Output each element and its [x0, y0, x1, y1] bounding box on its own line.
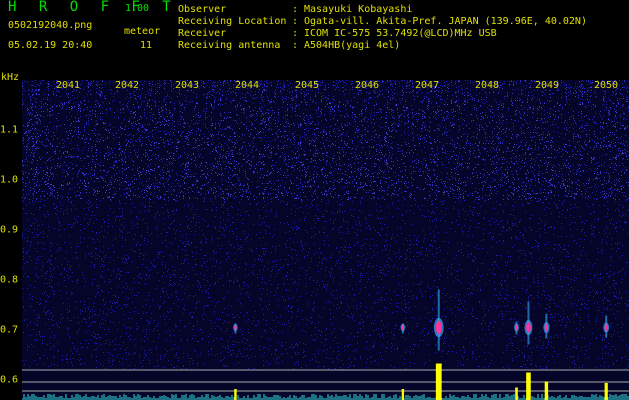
time-tick: 2044: [234, 80, 260, 91]
meteor-echo: [604, 324, 608, 331]
time-tick: 2043: [174, 80, 200, 91]
time-tick: 2047: [414, 80, 440, 91]
info-key: Observer: [178, 4, 227, 15]
app-title: H R O F F T: [8, 0, 178, 15]
info-value: Ogata-vill. Akita-Pref. JAPAN (139.96E, …: [304, 16, 587, 27]
meteor-echo: [526, 322, 531, 333]
info-separator: :: [292, 16, 299, 27]
freq-unit-label: kHz: [1, 72, 20, 83]
meteor-bar: [544, 381, 549, 400]
meteor-bar: [604, 383, 608, 400]
meteor-count: 11: [140, 40, 153, 51]
spectrogram: [22, 80, 629, 400]
info-value: ICOM IC-575 53.7492(@LCD)MHz USB: [304, 28, 497, 39]
info-separator: :: [292, 40, 299, 51]
meteor-bar: [435, 363, 442, 400]
info-separator: :: [292, 28, 299, 39]
freq-tick: 1.0: [0, 174, 19, 186]
meteor-label: meteor: [124, 26, 161, 37]
time-tick: 2050: [593, 80, 619, 91]
freq-tick: 0.7: [0, 324, 19, 336]
meteor-echo: [435, 320, 442, 335]
time-tick: 2045: [294, 80, 320, 91]
hroft-screen: H R O F F T 1.00 0502192040.png 05.02.19…: [0, 0, 629, 400]
file-name: 0502192040.png: [8, 20, 93, 31]
time-tick: 2042: [114, 80, 140, 91]
capture-datetime: 05.02.19 20:40: [8, 40, 93, 51]
freq-tick: 0.8: [0, 274, 19, 286]
time-tick: 2041: [55, 80, 81, 91]
info-value: Masayuki Kobayashi: [304, 4, 413, 15]
info-key: Receiving antenna: [178, 40, 281, 51]
app-version: 1.00: [125, 3, 150, 14]
freq-tick: 0.6: [0, 374, 19, 386]
meteor-bar: [234, 389, 237, 400]
info-separator: :: [292, 4, 299, 15]
freq-tick: 1.1: [0, 124, 19, 136]
time-tick: 2049: [534, 80, 560, 91]
info-key: Receiving Location: [178, 16, 287, 27]
info-key: Receiver: [178, 28, 227, 39]
meteor-echo: [401, 325, 405, 330]
spectrogram-canvas: [22, 80, 629, 400]
meteor-bar: [515, 387, 518, 400]
time-tick: 2046: [354, 80, 380, 91]
meteor-bar: [401, 389, 405, 400]
meteor-bar: [526, 372, 531, 400]
meteor-echo: [234, 325, 237, 330]
meteor-echo: [544, 323, 549, 332]
info-value: A504HB(yagi 4el): [304, 40, 401, 51]
meteor-echo: [515, 324, 518, 331]
time-tick: 2048: [474, 80, 500, 91]
freq-tick: 0.9: [0, 224, 19, 236]
